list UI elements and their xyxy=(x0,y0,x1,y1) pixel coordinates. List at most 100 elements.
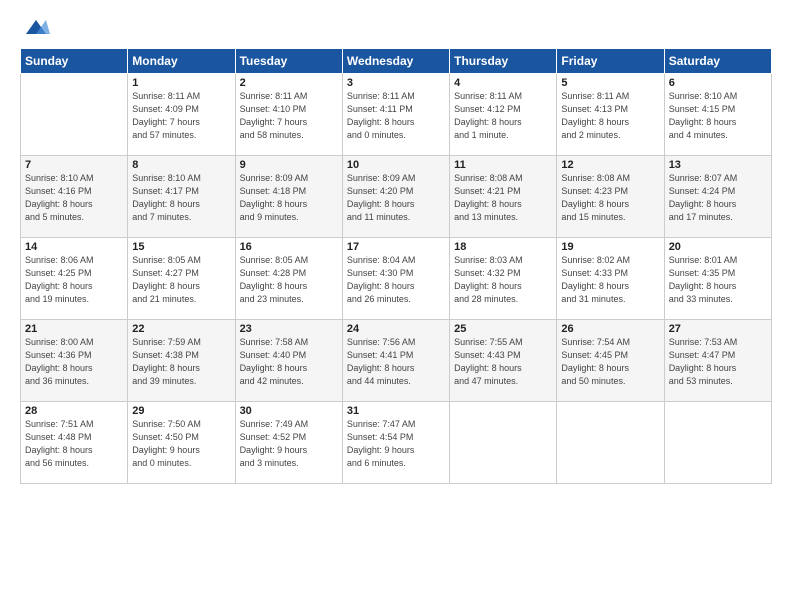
weekday-header-sunday: Sunday xyxy=(21,49,128,74)
header xyxy=(20,16,772,38)
day-info: Sunrise: 7:50 AM Sunset: 4:50 PM Dayligh… xyxy=(132,418,230,470)
day-info: Sunrise: 8:03 AM Sunset: 4:32 PM Dayligh… xyxy=(454,254,552,306)
day-cell: 10Sunrise: 8:09 AM Sunset: 4:20 PM Dayli… xyxy=(342,156,449,238)
day-info: Sunrise: 7:58 AM Sunset: 4:40 PM Dayligh… xyxy=(240,336,338,388)
day-cell: 5Sunrise: 8:11 AM Sunset: 4:13 PM Daylig… xyxy=(557,74,664,156)
day-number: 9 xyxy=(240,159,338,171)
day-info: Sunrise: 8:09 AM Sunset: 4:20 PM Dayligh… xyxy=(347,172,445,224)
day-cell: 16Sunrise: 8:05 AM Sunset: 4:28 PM Dayli… xyxy=(235,238,342,320)
day-info: Sunrise: 8:07 AM Sunset: 4:24 PM Dayligh… xyxy=(669,172,767,224)
day-info: Sunrise: 7:51 AM Sunset: 4:48 PM Dayligh… xyxy=(25,418,123,470)
day-number: 15 xyxy=(132,241,230,253)
day-cell: 23Sunrise: 7:58 AM Sunset: 4:40 PM Dayli… xyxy=(235,320,342,402)
day-number: 5 xyxy=(561,77,659,89)
day-info: Sunrise: 7:53 AM Sunset: 4:47 PM Dayligh… xyxy=(669,336,767,388)
day-number: 21 xyxy=(25,323,123,335)
day-info: Sunrise: 8:11 AM Sunset: 4:10 PM Dayligh… xyxy=(240,90,338,142)
day-cell: 4Sunrise: 8:11 AM Sunset: 4:12 PM Daylig… xyxy=(450,74,557,156)
day-cell: 12Sunrise: 8:08 AM Sunset: 4:23 PM Dayli… xyxy=(557,156,664,238)
day-cell: 29Sunrise: 7:50 AM Sunset: 4:50 PM Dayli… xyxy=(128,402,235,484)
day-info: Sunrise: 8:08 AM Sunset: 4:21 PM Dayligh… xyxy=(454,172,552,224)
day-cell: 21Sunrise: 8:00 AM Sunset: 4:36 PM Dayli… xyxy=(21,320,128,402)
day-number: 22 xyxy=(132,323,230,335)
day-number: 29 xyxy=(132,405,230,417)
day-cell: 28Sunrise: 7:51 AM Sunset: 4:48 PM Dayli… xyxy=(21,402,128,484)
logo-icon xyxy=(22,16,50,38)
day-info: Sunrise: 7:47 AM Sunset: 4:54 PM Dayligh… xyxy=(347,418,445,470)
day-number: 3 xyxy=(347,77,445,89)
day-cell: 18Sunrise: 8:03 AM Sunset: 4:32 PM Dayli… xyxy=(450,238,557,320)
day-cell: 17Sunrise: 8:04 AM Sunset: 4:30 PM Dayli… xyxy=(342,238,449,320)
day-info: Sunrise: 7:54 AM Sunset: 4:45 PM Dayligh… xyxy=(561,336,659,388)
day-cell: 24Sunrise: 7:56 AM Sunset: 4:41 PM Dayli… xyxy=(342,320,449,402)
weekday-header-thursday: Thursday xyxy=(450,49,557,74)
day-info: Sunrise: 7:55 AM Sunset: 4:43 PM Dayligh… xyxy=(454,336,552,388)
day-info: Sunrise: 8:00 AM Sunset: 4:36 PM Dayligh… xyxy=(25,336,123,388)
day-info: Sunrise: 8:06 AM Sunset: 4:25 PM Dayligh… xyxy=(25,254,123,306)
day-number: 8 xyxy=(132,159,230,171)
day-number: 12 xyxy=(561,159,659,171)
day-cell: 22Sunrise: 7:59 AM Sunset: 4:38 PM Dayli… xyxy=(128,320,235,402)
day-cell: 7Sunrise: 8:10 AM Sunset: 4:16 PM Daylig… xyxy=(21,156,128,238)
day-number: 16 xyxy=(240,241,338,253)
day-info: Sunrise: 8:11 AM Sunset: 4:12 PM Dayligh… xyxy=(454,90,552,142)
day-cell: 14Sunrise: 8:06 AM Sunset: 4:25 PM Dayli… xyxy=(21,238,128,320)
day-cell: 8Sunrise: 8:10 AM Sunset: 4:17 PM Daylig… xyxy=(128,156,235,238)
day-number: 17 xyxy=(347,241,445,253)
day-cell xyxy=(450,402,557,484)
day-cell: 2Sunrise: 8:11 AM Sunset: 4:10 PM Daylig… xyxy=(235,74,342,156)
calendar-table: SundayMondayTuesdayWednesdayThursdayFrid… xyxy=(20,48,772,484)
day-info: Sunrise: 7:49 AM Sunset: 4:52 PM Dayligh… xyxy=(240,418,338,470)
day-cell: 27Sunrise: 7:53 AM Sunset: 4:47 PM Dayli… xyxy=(664,320,771,402)
day-cell: 25Sunrise: 7:55 AM Sunset: 4:43 PM Dayli… xyxy=(450,320,557,402)
week-row-1: 1Sunrise: 8:11 AM Sunset: 4:09 PM Daylig… xyxy=(21,74,772,156)
day-number: 18 xyxy=(454,241,552,253)
day-cell: 19Sunrise: 8:02 AM Sunset: 4:33 PM Dayli… xyxy=(557,238,664,320)
day-number: 11 xyxy=(454,159,552,171)
day-number: 19 xyxy=(561,241,659,253)
day-number: 6 xyxy=(669,77,767,89)
day-cell: 13Sunrise: 8:07 AM Sunset: 4:24 PM Dayli… xyxy=(664,156,771,238)
day-info: Sunrise: 8:11 AM Sunset: 4:09 PM Dayligh… xyxy=(132,90,230,142)
week-row-5: 28Sunrise: 7:51 AM Sunset: 4:48 PM Dayli… xyxy=(21,402,772,484)
day-number: 25 xyxy=(454,323,552,335)
weekday-header-monday: Monday xyxy=(128,49,235,74)
day-info: Sunrise: 8:05 AM Sunset: 4:27 PM Dayligh… xyxy=(132,254,230,306)
day-info: Sunrise: 8:11 AM Sunset: 4:13 PM Dayligh… xyxy=(561,90,659,142)
day-info: Sunrise: 7:56 AM Sunset: 4:41 PM Dayligh… xyxy=(347,336,445,388)
week-row-2: 7Sunrise: 8:10 AM Sunset: 4:16 PM Daylig… xyxy=(21,156,772,238)
logo xyxy=(20,16,50,38)
day-info: Sunrise: 8:08 AM Sunset: 4:23 PM Dayligh… xyxy=(561,172,659,224)
day-number: 24 xyxy=(347,323,445,335)
weekday-header-tuesday: Tuesday xyxy=(235,49,342,74)
day-number: 26 xyxy=(561,323,659,335)
day-info: Sunrise: 8:01 AM Sunset: 4:35 PM Dayligh… xyxy=(669,254,767,306)
day-number: 27 xyxy=(669,323,767,335)
week-row-3: 14Sunrise: 8:06 AM Sunset: 4:25 PM Dayli… xyxy=(21,238,772,320)
day-info: Sunrise: 8:04 AM Sunset: 4:30 PM Dayligh… xyxy=(347,254,445,306)
page: SundayMondayTuesdayWednesdayThursdayFrid… xyxy=(0,0,792,612)
week-row-4: 21Sunrise: 8:00 AM Sunset: 4:36 PM Dayli… xyxy=(21,320,772,402)
day-cell: 11Sunrise: 8:08 AM Sunset: 4:21 PM Dayli… xyxy=(450,156,557,238)
weekday-header-saturday: Saturday xyxy=(664,49,771,74)
day-info: Sunrise: 8:02 AM Sunset: 4:33 PM Dayligh… xyxy=(561,254,659,306)
weekday-header-row: SundayMondayTuesdayWednesdayThursdayFrid… xyxy=(21,49,772,74)
day-info: Sunrise: 8:10 AM Sunset: 4:16 PM Dayligh… xyxy=(25,172,123,224)
day-cell: 1Sunrise: 8:11 AM Sunset: 4:09 PM Daylig… xyxy=(128,74,235,156)
day-number: 7 xyxy=(25,159,123,171)
day-info: Sunrise: 8:10 AM Sunset: 4:17 PM Dayligh… xyxy=(132,172,230,224)
day-info: Sunrise: 8:11 AM Sunset: 4:11 PM Dayligh… xyxy=(347,90,445,142)
day-cell: 9Sunrise: 8:09 AM Sunset: 4:18 PM Daylig… xyxy=(235,156,342,238)
day-number: 14 xyxy=(25,241,123,253)
day-number: 13 xyxy=(669,159,767,171)
day-info: Sunrise: 8:05 AM Sunset: 4:28 PM Dayligh… xyxy=(240,254,338,306)
day-info: Sunrise: 8:09 AM Sunset: 4:18 PM Dayligh… xyxy=(240,172,338,224)
day-number: 10 xyxy=(347,159,445,171)
weekday-header-friday: Friday xyxy=(557,49,664,74)
day-cell: 3Sunrise: 8:11 AM Sunset: 4:11 PM Daylig… xyxy=(342,74,449,156)
day-cell: 20Sunrise: 8:01 AM Sunset: 4:35 PM Dayli… xyxy=(664,238,771,320)
day-cell: 26Sunrise: 7:54 AM Sunset: 4:45 PM Dayli… xyxy=(557,320,664,402)
day-cell xyxy=(557,402,664,484)
day-cell: 15Sunrise: 8:05 AM Sunset: 4:27 PM Dayli… xyxy=(128,238,235,320)
day-number: 30 xyxy=(240,405,338,417)
